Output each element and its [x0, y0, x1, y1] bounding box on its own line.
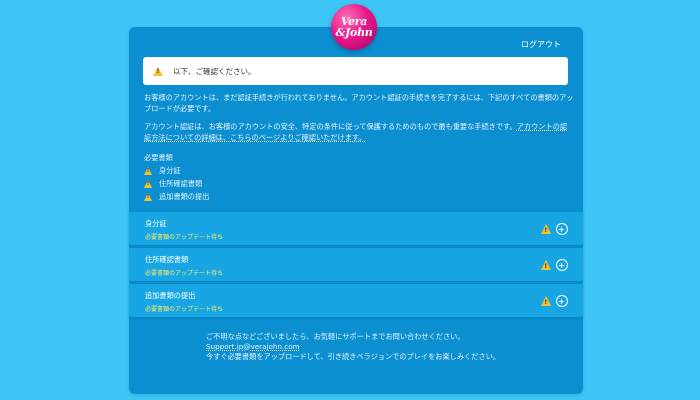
- document-status: 必要書類のアップデート待ち: [145, 306, 224, 313]
- document-title: 住所確認書類: [145, 255, 189, 264]
- verajohn-logo[interactable]: Vera &John: [331, 4, 377, 50]
- row-actions: [541, 295, 568, 307]
- required-doc-label: 身分証: [159, 165, 181, 175]
- plus-circle-icon[interactable]: [556, 295, 568, 307]
- document-status: 必要書類のアップデート待ち: [145, 234, 224, 241]
- intro-paragraph-1: お客様のアカウントは、まだ認証手続きが行われておりません。アカウント認証の手続き…: [144, 93, 574, 113]
- warning-icon: [144, 166, 152, 175]
- support-footer: ご不明な点などございましたら、お気軽にサポートまでお問い合わせください。 Sup…: [206, 332, 526, 362]
- required-doc-label: 住所確認書類: [159, 178, 203, 188]
- required-docs-title: 必要書類: [144, 153, 173, 162]
- plus-circle-icon[interactable]: [556, 259, 568, 271]
- list-item: 追加書類の提出: [144, 190, 209, 203]
- support-text: ご不明な点などございましたら、お気軽にサポートまでお問い合わせください。: [206, 332, 465, 341]
- row-actions: [541, 223, 568, 235]
- plus-circle-icon[interactable]: [556, 223, 568, 235]
- notice-box: 以下、ご確認ください。: [143, 57, 568, 85]
- warning-icon: [144, 179, 152, 188]
- document-upload-list: 身分証 必要書類のアップデート待ち 住所確認書類 必要書類のアップデート待ち 追…: [129, 212, 583, 320]
- required-doc-label: 追加書類の提出: [159, 191, 210, 201]
- document-row-address[interactable]: 住所確認書類 必要書類のアップデート待ち: [129, 248, 583, 281]
- list-item: 身分証: [144, 164, 209, 177]
- verification-panel: ログアウト 以下、ご確認ください。 お客様のアカウントは、まだ認証手続きが行われ…: [129, 27, 583, 394]
- document-row-additional[interactable]: 追加書類の提出 必要書類のアップデート待ち: [129, 284, 583, 317]
- logout-link[interactable]: ログアウト: [521, 39, 561, 50]
- notice-text: 以下、ご確認ください。: [173, 66, 256, 76]
- row-actions: [541, 259, 568, 271]
- required-docs-list: 身分証 住所確認書類 追加書類の提出: [144, 164, 209, 203]
- warning-icon: [541, 260, 551, 270]
- warning-icon: [144, 192, 152, 201]
- document-row-id[interactable]: 身分証 必要書類のアップデート待ち: [129, 212, 583, 245]
- list-item: 住所確認書類: [144, 177, 209, 190]
- intro-paragraph-2: アカウント認証は、お客様のアカウントの安全、特定の条件に従って保護するためのもの…: [144, 122, 574, 143]
- logo-line2: &John: [335, 26, 373, 39]
- warning-icon: [541, 296, 551, 306]
- warning-icon: [153, 66, 163, 76]
- intro-paragraph-2-text: アカウント認証は、お客様のアカウントの安全、特定の条件に従って保護するためのもの…: [144, 122, 517, 131]
- document-title: 追加書類の提出: [145, 291, 196, 300]
- support-email-link[interactable]: Support.jp@verajohn.com: [206, 342, 526, 352]
- warning-icon: [541, 224, 551, 234]
- upload-prompt-text: 今すぐ必要書類をアップロードして、引き続きベラジョンでのプレイをお楽しみください…: [206, 352, 500, 361]
- document-title: 身分証: [145, 219, 167, 228]
- document-status: 必要書類のアップデート待ち: [145, 270, 224, 277]
